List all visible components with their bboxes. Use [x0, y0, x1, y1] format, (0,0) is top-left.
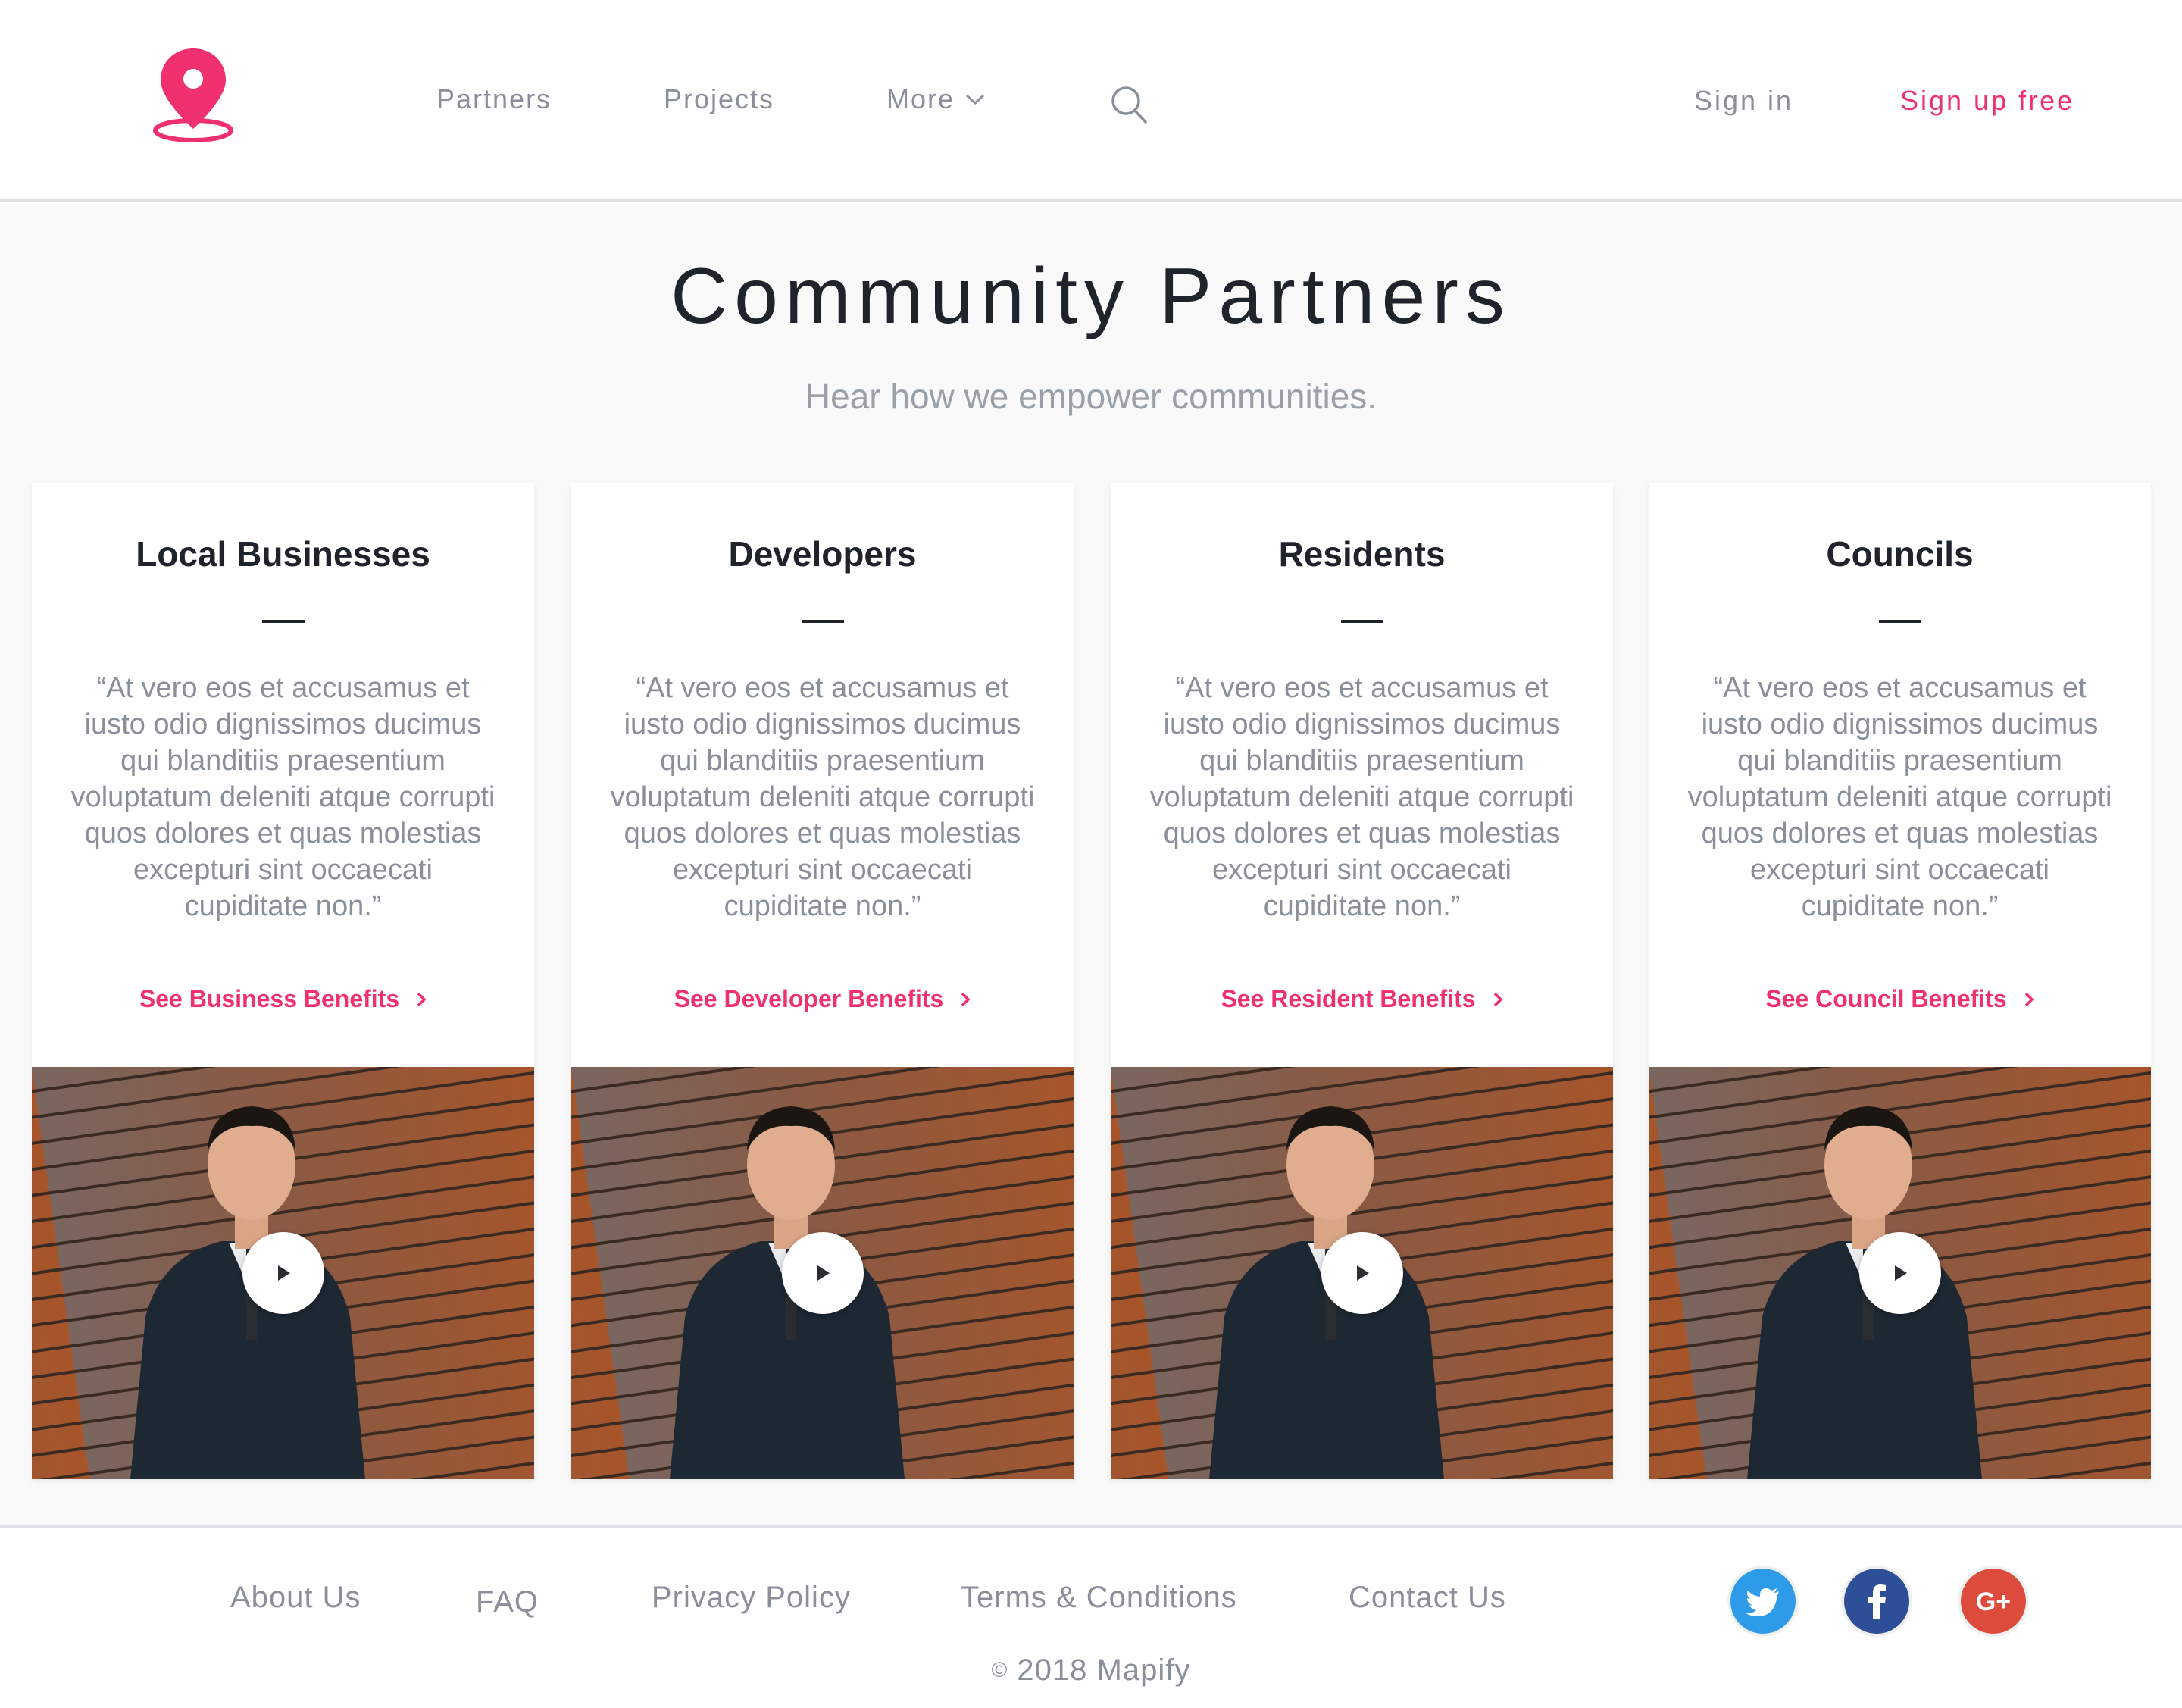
footer-about-link[interactable]: About Us — [230, 1581, 361, 1615]
card-quote: “At vero eos et accusamus et iusto odio … — [70, 672, 495, 922]
nav-partners[interactable]: Partners — [436, 83, 552, 115]
see-resident-benefits-link[interactable]: See Resident Benefits — [1111, 985, 1613, 1013]
play-button[interactable] — [782, 1232, 864, 1314]
card-quote: “At vero eos et accusamus et iusto odio … — [1149, 672, 1574, 922]
card-title: Councils — [1826, 534, 1974, 574]
card-link-label: See Developer Benefits — [674, 985, 944, 1012]
page-title: Community Partners — [671, 252, 1511, 340]
chevron-down-icon — [966, 94, 985, 105]
footer-terms-link[interactable]: Terms & Conditions — [961, 1581, 1237, 1615]
play-icon — [1357, 1265, 1369, 1281]
nav-more[interactable]: More — [886, 83, 985, 115]
card-divider — [802, 620, 844, 623]
page-subtitle: Hear how we empower communities. — [805, 377, 1377, 416]
map-pin-logo[interactable] — [150, 45, 236, 144]
footer-privacy-link[interactable]: Privacy Policy — [652, 1581, 851, 1615]
video-thumbnail[interactable] — [1649, 1067, 2151, 1479]
sign-up-link[interactable]: Sign up free — [1900, 85, 2074, 117]
partner-card-local-businesses: Local Businesses “At vero eos et accusam… — [32, 483, 534, 1479]
play-icon — [1895, 1265, 1907, 1281]
svg-text:G+: G+ — [1976, 1588, 2011, 1616]
site-footer: About Us FAQ Privacy Policy Terms & Cond… — [0, 1525, 2182, 1708]
video-thumbnail[interactable] — [571, 1067, 1074, 1479]
partner-card-councils: Councils “At vero eos et accusamus et iu… — [1649, 483, 2151, 1479]
card-link-label: See Business Benefits — [139, 985, 400, 1012]
card-quote: “At vero eos et accusamus et iusto odio … — [610, 672, 1035, 922]
chevron-right-icon — [1493, 992, 1503, 1006]
chevron-right-icon — [961, 992, 971, 1006]
twitter-icon[interactable] — [1730, 1569, 1796, 1634]
partner-card-developers: Developers “At vero eos et accusamus et … — [571, 483, 1074, 1479]
play-button[interactable] — [1321, 1232, 1403, 1314]
card-divider — [1879, 620, 1921, 623]
google-plus-icon[interactable]: G+ — [1961, 1569, 2026, 1634]
footer-faq-link[interactable]: FAQ — [476, 1585, 539, 1619]
card-title: Local Businesses — [136, 534, 430, 574]
card-link-label: See Council Benefits — [1765, 985, 2007, 1012]
play-icon — [278, 1265, 290, 1281]
nav-more-label: More — [886, 83, 955, 114]
main-content: Community Partners Hear how we empower c… — [0, 205, 2182, 1525]
see-council-benefits-link[interactable]: See Council Benefits — [1649, 985, 2151, 1013]
sign-in-link[interactable]: Sign in — [1694, 85, 1793, 117]
card-title: Residents — [1278, 534, 1446, 574]
see-developer-benefits-link[interactable]: See Developer Benefits — [571, 985, 1074, 1013]
card-divider — [262, 620, 305, 623]
see-business-benefits-link[interactable]: See Business Benefits — [32, 985, 534, 1013]
chevron-right-icon — [417, 992, 427, 1006]
search-icon[interactable] — [1111, 85, 1147, 124]
play-button[interactable] — [1859, 1232, 1941, 1314]
video-thumbnail[interactable] — [32, 1067, 534, 1479]
copyright-text: 2018 Mapify — [1017, 1653, 1191, 1687]
card-quote: “At vero eos et accusamus et iusto odio … — [1687, 672, 2112, 922]
copyright-symbol: © — [991, 1658, 1008, 1681]
footer-contact-link[interactable]: Contact Us — [1349, 1581, 1506, 1615]
play-icon — [817, 1265, 830, 1281]
facebook-icon[interactable] — [1844, 1569, 1909, 1634]
card-link-label: See Resident Benefits — [1221, 985, 1476, 1012]
play-button[interactable] — [242, 1232, 324, 1314]
copyright: © 2018 Mapify — [0, 1653, 2182, 1688]
chevron-right-icon — [2024, 992, 2034, 1006]
video-thumbnail[interactable] — [1111, 1067, 1613, 1479]
card-divider — [1341, 620, 1383, 623]
partner-card-residents: Residents “At vero eos et accusamus et i… — [1111, 483, 1613, 1479]
site-header: Partners Projects More Sign in Sign up f… — [0, 0, 2182, 202]
nav-projects[interactable]: Projects — [664, 83, 774, 115]
card-title: Developers — [728, 534, 917, 574]
